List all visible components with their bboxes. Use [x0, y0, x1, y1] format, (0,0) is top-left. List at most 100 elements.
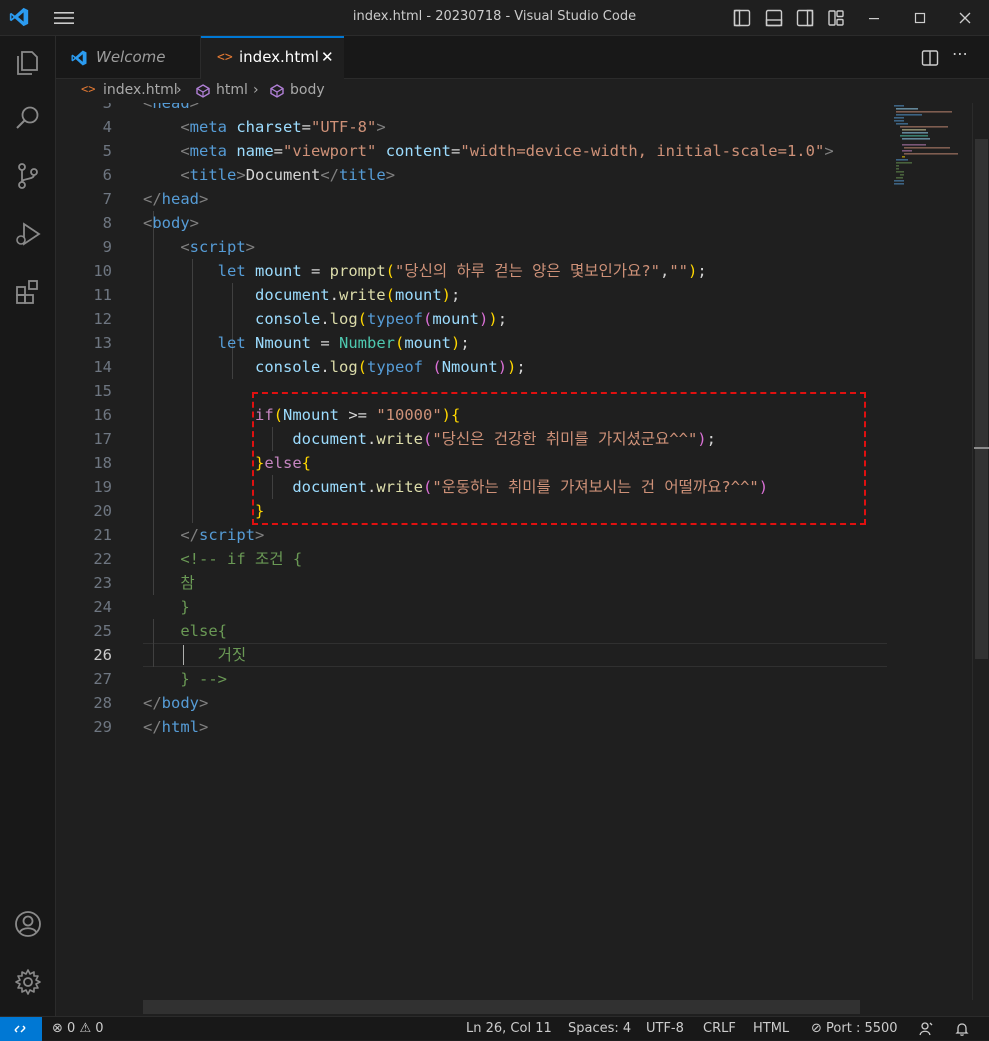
breadcrumb-separator: ›	[253, 82, 259, 98]
split-editor-icon[interactable]	[920, 48, 940, 68]
code-token: meta	[189, 118, 227, 136]
code-line[interactable]: 24 }	[56, 595, 972, 619]
line-number: 4	[102, 118, 112, 136]
line-number: 18	[93, 454, 112, 472]
code-token: 참	[180, 574, 195, 592]
search-icon[interactable]	[12, 102, 44, 134]
code-line[interactable]: 6 <title>Document</title>	[56, 163, 972, 187]
code-line[interactable]: 21 </script>	[56, 523, 972, 547]
settings-gear-icon[interactable]	[12, 966, 44, 998]
line-code: let mount = prompt("당신의 하루 걷는 양은 몇보인가요?"…	[143, 259, 707, 283]
code-line[interactable]: 12 console.log(typeof(mount));	[56, 307, 972, 331]
code-token: <	[180, 166, 190, 184]
code-token: >	[199, 694, 209, 712]
code-token: <!-- if 조건 {	[180, 550, 303, 568]
code-line[interactable]: 28 </body>	[56, 691, 972, 715]
code-line[interactable]: 23 참	[56, 571, 972, 595]
customize-layout-icon[interactable]	[826, 8, 846, 28]
code-line[interactable]: 16 if(Nmount >= "10000"){	[56, 403, 972, 427]
code-line[interactable]: 20 }	[56, 499, 972, 523]
code-line[interactable]: 29 </html>	[56, 715, 972, 739]
breadcrumb-file[interactable]: index.html	[103, 82, 178, 98]
code-line[interactable]: 9 <script>	[56, 235, 972, 259]
language-mode[interactable]: HTML	[753, 1017, 789, 1040]
code-line[interactable]: 11 document.write(mount);	[56, 283, 972, 307]
run-and-debug-icon[interactable]	[12, 218, 44, 250]
line-number: 6	[102, 166, 112, 184]
code-token: >	[245, 238, 256, 256]
indentation[interactable]: Spaces: 4	[568, 1017, 631, 1040]
accounts-feedback-icon[interactable]	[918, 1021, 934, 1037]
notifications-bell-icon[interactable]	[954, 1021, 970, 1037]
code-token: mount	[432, 310, 480, 328]
code-line[interactable]: 25 else{	[56, 619, 972, 643]
code-line[interactable]: 4 <meta charset="UTF-8">	[56, 115, 972, 139]
code-line[interactable]: 26 거짓	[56, 643, 972, 667]
code-line[interactable]: 14 console.log(typeof (Nmount));	[56, 355, 972, 379]
code-line[interactable]: 13 let Nmount = Number(mount);	[56, 331, 972, 355]
breadcrumb-html[interactable]: html	[216, 82, 248, 98]
code-token: <	[180, 118, 190, 136]
more-actions-icon[interactable]: ⋯	[952, 44, 969, 63]
breadcrumb-body[interactable]: body	[290, 82, 325, 98]
line-number: 26	[93, 646, 112, 664]
remote-indicator[interactable]	[0, 1017, 42, 1041]
toggle-primary-sidebar-icon[interactable]	[732, 8, 752, 28]
line-code: 참	[143, 571, 195, 595]
minimize-icon[interactable]	[864, 8, 884, 28]
vertical-scrollbar-thumb[interactable]	[975, 139, 988, 659]
explorer-icon[interactable]	[12, 46, 44, 78]
code-token: }	[254, 502, 265, 520]
source-control-icon[interactable]	[12, 160, 44, 192]
code-token: typeof	[367, 358, 423, 376]
code-token: <	[143, 103, 153, 112]
tab-close-icon[interactable]: ✕	[321, 38, 334, 77]
toggle-secondary-sidebar-icon[interactable]	[795, 8, 815, 28]
code-line[interactable]: 27 } -->	[56, 667, 972, 691]
code-line[interactable]: 3 <head>	[56, 103, 972, 115]
live-server-port[interactable]: ⊘ Port : 5500	[811, 1017, 898, 1040]
minimap[interactable]	[890, 103, 972, 1000]
code-line[interactable]: 10 let mount = prompt("당신의 하루 걷는 양은 몇보인가…	[56, 259, 972, 283]
problems-indicator[interactable]: ⊗ 0 ⚠ 0	[52, 1017, 104, 1040]
maximize-icon[interactable]	[910, 8, 930, 28]
code-line[interactable]: 18 }else{	[56, 451, 972, 475]
line-code: }	[143, 595, 189, 619]
vertical-scrollbar[interactable]	[972, 103, 989, 1000]
code-token: log	[329, 358, 358, 376]
tab-welcome[interactable]: Welcome	[56, 36, 201, 79]
vscode-logo-icon	[71, 50, 87, 66]
code-line[interactable]: 22 <!-- if 조건 {	[56, 547, 972, 571]
line-code: }	[143, 499, 264, 523]
close-window-icon[interactable]	[955, 8, 975, 28]
toggle-panel-icon[interactable]	[764, 8, 784, 28]
code-line[interactable]: 7 </head>	[56, 187, 972, 211]
accounts-icon[interactable]	[12, 908, 44, 940]
code-editor[interactable]: 3 <head> 4 <meta charset="UTF-8"> 5 <meta n…	[56, 103, 972, 1000]
code-token: (	[395, 334, 405, 352]
cursor-position[interactable]: Ln 26, Col 11	[466, 1017, 552, 1040]
code-token: write	[376, 430, 423, 448]
code-line[interactable]: 15	[56, 379, 972, 403]
line-code: <meta name="viewport" content="width=dev…	[143, 139, 833, 163]
code-token: <	[180, 142, 190, 160]
end-of-line[interactable]: CRLF	[703, 1017, 736, 1040]
extensions-icon[interactable]	[12, 276, 44, 308]
code-token: >	[199, 190, 209, 208]
status-bar: ⊗ 0 ⚠ 0 Ln 26, Col 11 Spaces: 4 UTF-8 CR…	[0, 1016, 989, 1041]
code-line[interactable]: 5 <meta name="viewport" content="width=d…	[56, 139, 972, 163]
code-token: Document	[245, 166, 321, 184]
tab-index-html[interactable]: <> index.html ✕	[201, 36, 344, 79]
code-line[interactable]: 17 document.write("당신은 건강한 취미를 가지셨군요^^")…	[56, 427, 972, 451]
horizontal-scrollbar[interactable]	[143, 1000, 860, 1014]
text-cursor	[183, 645, 184, 665]
line-number: 23	[93, 574, 112, 592]
encoding[interactable]: UTF-8	[646, 1017, 684, 1040]
code-line[interactable]: 19 document.write("운동하는 취미를 가져보시는 건 어떨까요…	[56, 475, 972, 499]
code-line[interactable]: 8 <body>	[56, 211, 972, 235]
